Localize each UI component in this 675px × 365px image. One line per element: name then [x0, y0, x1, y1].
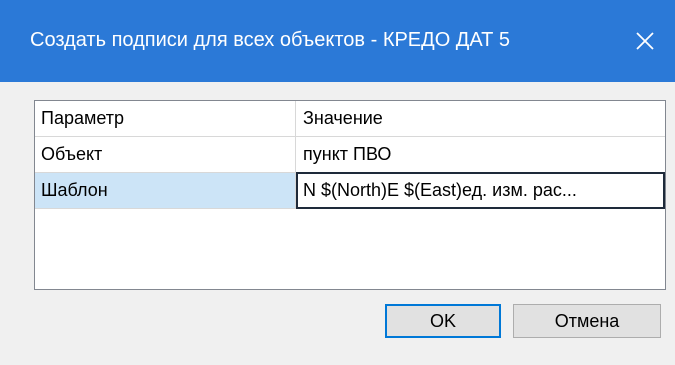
param-object-value[interactable]: пункт ПВО	[296, 137, 665, 172]
grid-row-template[interactable]: Шаблон N $(North)E $(East)ед. изм. рас..…	[35, 172, 665, 209]
header-value[interactable]: Значение	[296, 101, 665, 136]
close-button[interactable]	[615, 0, 675, 82]
close-icon	[635, 31, 655, 51]
header-parameter[interactable]: Параметр	[35, 101, 296, 136]
ok-button[interactable]: OK	[385, 304, 501, 338]
grid-header-row: Параметр Значение	[35, 101, 665, 137]
param-object-label: Объект	[35, 137, 296, 172]
param-template-label: Шаблон	[35, 173, 296, 208]
cancel-button[interactable]: Отмена	[513, 304, 661, 338]
grid-row-object[interactable]: Объект пункт ПВО	[35, 137, 665, 173]
param-template-value[interactable]: N $(North)E $(East)ед. изм. рас...	[296, 172, 665, 209]
properties-grid: Параметр Значение Объект пункт ПВО Шабло…	[34, 100, 666, 290]
title-bar[interactable]: Создать подписи для всех объектов - КРЕД…	[0, 0, 675, 82]
dialog-window: Создать подписи для всех объектов - КРЕД…	[0, 0, 675, 365]
window-title: Создать подписи для всех объектов - КРЕД…	[30, 29, 511, 51]
